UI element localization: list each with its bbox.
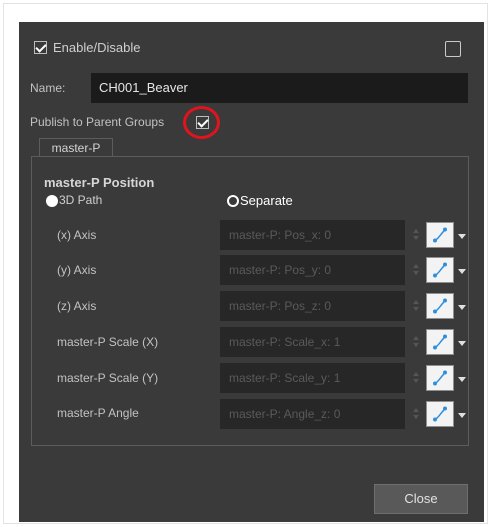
- corner-checkbox[interactable]: [445, 41, 461, 57]
- chevron-down-icon[interactable]: [458, 305, 466, 310]
- chevron-down-icon[interactable]: [458, 269, 466, 274]
- name-label: Name:: [30, 81, 66, 95]
- radio-3d-path[interactable]: [46, 195, 58, 207]
- function-curve-button[interactable]: [426, 329, 454, 355]
- field-value[interactable]: master-P: Pos_z: 0: [220, 291, 405, 321]
- spinner-icon[interactable]: [412, 228, 420, 242]
- position-title: master-P Position: [44, 175, 155, 190]
- chevron-down-icon[interactable]: [458, 341, 466, 346]
- layer-properties-dialog: Enable/Disable Name: CH001_Beaver Publis…: [19, 22, 484, 522]
- radio-3d-path-label: 3D Path: [59, 193, 103, 207]
- spinner-icon[interactable]: [412, 371, 420, 385]
- function-curve-icon: [433, 334, 447, 350]
- function-curve-icon: [433, 406, 447, 422]
- function-curve-button[interactable]: [426, 365, 454, 391]
- function-curve-button[interactable]: [426, 293, 454, 319]
- name-field[interactable]: CH001_Beaver: [91, 73, 468, 103]
- field-value[interactable]: master-P: Scale_x: 1: [220, 327, 405, 357]
- close-button[interactable]: Close: [374, 484, 468, 514]
- chevron-down-icon[interactable]: [458, 413, 466, 418]
- function-curve-button[interactable]: [426, 401, 454, 427]
- field-label: master-P Angle: [57, 406, 139, 420]
- publish-label: Publish to Parent Groups: [30, 115, 165, 129]
- field-value[interactable]: master-P: Pos_y: 0: [220, 255, 405, 285]
- spinner-icon[interactable]: [412, 263, 420, 277]
- field-label: (x) Axis: [57, 228, 97, 242]
- radio-separate-label: Separate: [240, 193, 293, 208]
- tab-panel: master-P Position 3D Path Separate (x) A…: [31, 156, 469, 446]
- field-value[interactable]: master-P: Angle_z: 0: [220, 399, 405, 429]
- field-label: master-P Scale (X): [57, 335, 159, 349]
- chevron-down-icon[interactable]: [458, 234, 466, 239]
- enable-checkbox[interactable]: [34, 41, 47, 54]
- field-label: master-P Scale (Y): [57, 371, 159, 385]
- function-curve-icon: [433, 298, 447, 314]
- enable-label: Enable/Disable: [53, 40, 141, 55]
- field-label: (z) Axis: [57, 299, 97, 313]
- function-curve-icon: [433, 370, 447, 386]
- highlight-circle: [183, 106, 220, 139]
- function-curve-button[interactable]: [426, 257, 454, 283]
- spinner-icon[interactable]: [412, 335, 420, 349]
- field-value[interactable]: master-P: Pos_x: 0: [220, 220, 405, 250]
- field-value[interactable]: master-P: Scale_y: 1: [220, 363, 405, 393]
- tab-master-p[interactable]: master-P: [39, 138, 113, 157]
- chevron-down-icon[interactable]: [458, 377, 466, 382]
- spinner-icon[interactable]: [412, 407, 420, 421]
- function-curve-icon: [433, 227, 447, 243]
- function-curve-button[interactable]: [426, 222, 454, 248]
- function-curve-icon: [433, 262, 447, 278]
- radio-separate[interactable]: [227, 195, 239, 207]
- spinner-icon[interactable]: [412, 299, 420, 313]
- field-label: (y) Axis: [57, 263, 97, 277]
